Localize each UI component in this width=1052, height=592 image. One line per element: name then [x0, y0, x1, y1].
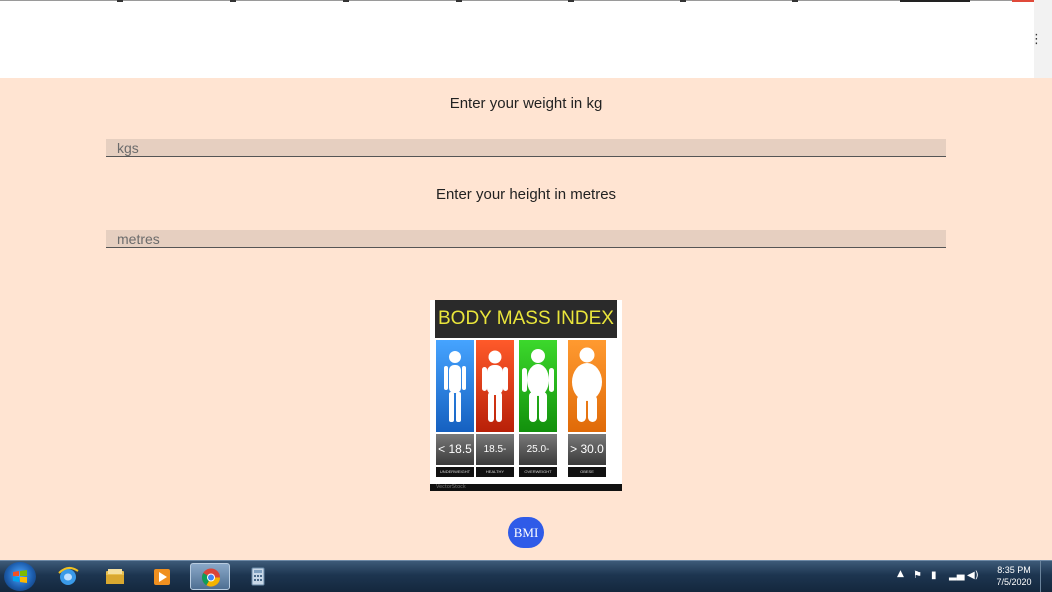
bmi-category-obese: OBESE — [568, 467, 606, 477]
media-player-icon — [154, 569, 170, 585]
weight-input[interactable] — [106, 139, 946, 157]
bmi-range-overweight: 25.0-29.9 — [519, 434, 557, 486]
taskbar-calculator[interactable] — [238, 563, 278, 590]
tab-strip-dark-segment — [900, 0, 970, 2]
bmi-chart-image: BODY MASS INDEX < 18.5 18.5-24.9 25.0-29… — [430, 300, 622, 491]
obese-person-icon — [572, 347, 602, 422]
bmi-image-title: BODY MASS INDEX — [435, 300, 617, 338]
tab-strip-marks — [0, 0, 1034, 3]
windows-logo-icon — [13, 570, 27, 583]
height-label: Enter your height in metres — [435, 186, 617, 203]
bmi-range-underweight: < 18.5 — [436, 434, 474, 465]
overweight-person-icon — [522, 349, 554, 422]
tab-strip-close-segment[interactable] — [1012, 0, 1034, 2]
clock-date: 7/5/2020 — [996, 577, 1032, 587]
bmi-column-underweight — [436, 340, 474, 432]
height-input[interactable] — [106, 230, 946, 248]
action-center-flag-icon[interactable]: ⚑ — [913, 570, 922, 581]
bmi-button[interactable]: BMI — [508, 517, 544, 548]
healthy-person-icon — [482, 350, 508, 422]
windows-taskbar: ▲ ⚑ ▮ ▂▄ ◀) 8:35 PM 7/5/2020 — [0, 560, 1052, 592]
power-icon[interactable]: ▮ — [931, 570, 937, 581]
bmi-image-watermark: VectorStock — [430, 484, 622, 491]
volume-icon[interactable]: ◀) — [967, 570, 979, 581]
network-signal-icon[interactable]: ▂▄ — [949, 570, 964, 581]
bmi-range-obese: > 30.0 — [568, 434, 606, 465]
bmi-category-overweight: OVERWEIGHT — [519, 467, 557, 477]
more-options-icon[interactable]: ⋮ — [1030, 33, 1043, 47]
thin-person-icon — [444, 351, 466, 422]
weight-label: Enter your weight in kg — [449, 95, 603, 112]
taskbar-clock[interactable]: 8:35 PM 7/5/2020 — [992, 564, 1036, 588]
bmi-column-overweight — [519, 340, 557, 432]
show-hidden-icons-icon[interactable]: ▲ — [897, 569, 904, 579]
calculator-icon — [251, 567, 265, 586]
browser-top-area: ⋮ — [0, 0, 1052, 78]
taskbar-internet-explorer[interactable] — [48, 563, 88, 590]
file-explorer-icon — [106, 569, 124, 584]
bmi-category-underweight: UNDERWEIGHT — [436, 467, 474, 477]
clock-time: 8:35 PM — [997, 565, 1031, 575]
chrome-icon — [201, 568, 220, 587]
show-desktop-button[interactable] — [1040, 561, 1052, 592]
bmi-column-healthy — [476, 340, 514, 432]
bmi-category-healthy: HEALTHY — [476, 467, 514, 477]
taskbar-chrome[interactable] — [190, 563, 230, 590]
bmi-range-healthy: 18.5-24.9 — [476, 434, 514, 486]
taskbar-file-explorer[interactable] — [95, 563, 135, 590]
start-button[interactable] — [4, 562, 36, 591]
taskbar-media-player[interactable] — [142, 563, 182, 590]
internet-explorer-icon — [58, 567, 79, 585]
system-tray: ▲ ⚑ ▮ ▂▄ ◀) — [893, 561, 993, 592]
bmi-column-obese — [568, 340, 606, 432]
